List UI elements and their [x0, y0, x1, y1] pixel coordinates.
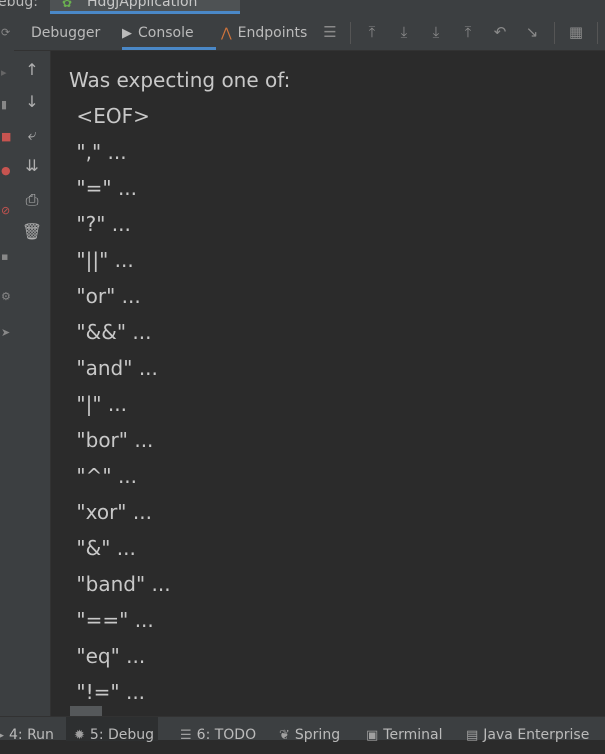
horizontal-scrollbar-thumb[interactable] [70, 706, 102, 716]
console-line: "!=" ... [51, 680, 146, 704]
tab-debugger-label: Debugger [31, 25, 101, 41]
debug-toolbar: Debugger ▶ Console ⋀ Endpoints ☰ ⤒ ⤓ ⤓ ⤒ ↶… [14, 14, 605, 51]
toolbar-divider [597, 22, 598, 44]
bottom-tab-terminal-label: Terminal [383, 727, 443, 743]
camera-icon[interactable]: ▪ [1, 250, 8, 263]
debug-label: ebug: [0, 0, 38, 10]
bottom-tab-run-label: 4: Run [9, 727, 54, 743]
bottom-tab-java-enterprise[interactable]: ▤ Java Enterprise [466, 717, 590, 743]
console-line: "or" ... [51, 284, 141, 308]
console-line: "band" ... [51, 572, 171, 596]
pin-icon[interactable]: ➤ [1, 326, 10, 339]
run-config-tab[interactable]: ✿ HdgjApplication [50, 0, 240, 14]
console-side-toolbar: ↑ ↓ ⤶ ⇊ ⎙ 🗑 [14, 51, 51, 716]
console-line: "&&" ... [51, 320, 152, 344]
stop-icon[interactable]: ■ [1, 130, 11, 143]
pause-icon[interactable]: ▮ [1, 98, 7, 111]
soft-wrap-icon[interactable]: ⤶ [21, 124, 43, 146]
toolbar-divider [554, 22, 555, 44]
scroll-to-end-icon[interactable]: ⇊ [21, 155, 43, 177]
console-line: <EOF> [51, 104, 150, 128]
tab-endpoints[interactable]: ⋀ Endpoints [221, 14, 307, 50]
console-line: "," ... [51, 140, 127, 164]
console-line: "^" ... [51, 464, 138, 488]
console-line: Was expecting one of: [69, 68, 291, 92]
breakpoint-icon[interactable]: ● [1, 164, 11, 177]
bottom-tool-bar: ▶4: Run ✹ 5: Debug ☰ 6: TODO ❦ Spring ▣ Term… [0, 716, 605, 743]
bottom-tab-spring[interactable]: ❦ Spring [279, 717, 341, 743]
show-execution-point-icon[interactable]: ⤒ [362, 22, 382, 42]
drop-frame-icon[interactable]: ↶ [490, 22, 510, 42]
debug-icon: ✹ [74, 728, 85, 743]
console-icon: ▶ [122, 26, 132, 41]
resume-icon[interactable]: ▸ [1, 66, 7, 79]
step-over-icon[interactable]: ⤓ [394, 22, 414, 42]
bottom-tab-todo-label: 6: TODO [196, 727, 257, 743]
console-line: "bor" ... [51, 428, 154, 452]
up-arrow-icon[interactable]: ↑ [21, 59, 43, 81]
console-line: "=" ... [51, 176, 138, 200]
console-line: "|" ... [51, 392, 127, 416]
console-output[interactable]: Was expecting one of: <EOF> "," ... "=" … [51, 51, 605, 716]
terminal-icon: ▣ [366, 728, 379, 743]
step-into-icon[interactable]: ⤓ [426, 22, 446, 42]
console-line: "and" ... [51, 356, 158, 380]
spring-leaf-icon: ❦ [279, 728, 290, 743]
console-line: "eq" ... [51, 644, 146, 668]
run-config-label: HdgjApplication [87, 0, 198, 10]
endpoints-icon: ⋀ [221, 26, 232, 41]
java-enterprise-icon: ▤ [466, 728, 479, 743]
left-tool-strip: ⟳ ▸ ▮ ■ ● ⊘ ▪ ⚙ ➤ [0, 14, 15, 716]
console-line: "?" ... [51, 212, 131, 236]
todo-list-icon: ☰ [180, 728, 192, 743]
spring-boot-icon: ✿ [62, 0, 73, 10]
tab-endpoints-label: Endpoints [237, 25, 308, 41]
console-line: "==" ... [51, 608, 154, 632]
trash-icon[interactable]: 🗑 [21, 221, 43, 243]
bottom-tab-debug[interactable]: ✹ 5: Debug [66, 717, 158, 743]
step-out-icon[interactable]: ⤒ [458, 22, 478, 42]
tab-debugger[interactable]: Debugger [31, 14, 100, 50]
layout-menu-icon[interactable]: ☰ [320, 22, 340, 42]
debug-title-bar: ebug: ✿ HdgjApplication [0, 0, 605, 14]
evaluate-expression-icon[interactable]: ▦ [566, 22, 586, 42]
down-arrow-icon[interactable]: ↓ [21, 91, 43, 113]
tab-console[interactable]: ▶ Console [122, 14, 216, 50]
mute-breakpoints-icon[interactable]: ⊘ [1, 204, 10, 217]
tab-console-label: Console [138, 25, 194, 41]
console-line: "||" ... [51, 248, 134, 272]
console-line: "&" ... [51, 536, 136, 560]
bottom-tab-todo[interactable]: ☰ 6: TODO [180, 717, 257, 743]
toolbar-divider [350, 22, 351, 44]
print-icon[interactable]: ⎙ [21, 189, 43, 211]
settings-icon[interactable]: ⚙ [1, 290, 11, 303]
bottom-tab-debug-label: 5: Debug [89, 727, 155, 743]
console-line: "xor" ... [51, 500, 152, 524]
bottom-tab-run[interactable]: ▶4: Run [0, 717, 54, 743]
rerun-icon[interactable]: ⟳ [1, 26, 10, 39]
bottom-tab-terminal[interactable]: ▣ Terminal [366, 717, 443, 743]
bottom-tab-java-enterprise-label: Java Enterprise [483, 727, 590, 743]
run-icon: ▶ [0, 718, 4, 754]
bottom-tab-spring-label: Spring [294, 727, 341, 743]
run-to-cursor-icon[interactable]: ↘ [522, 22, 542, 42]
